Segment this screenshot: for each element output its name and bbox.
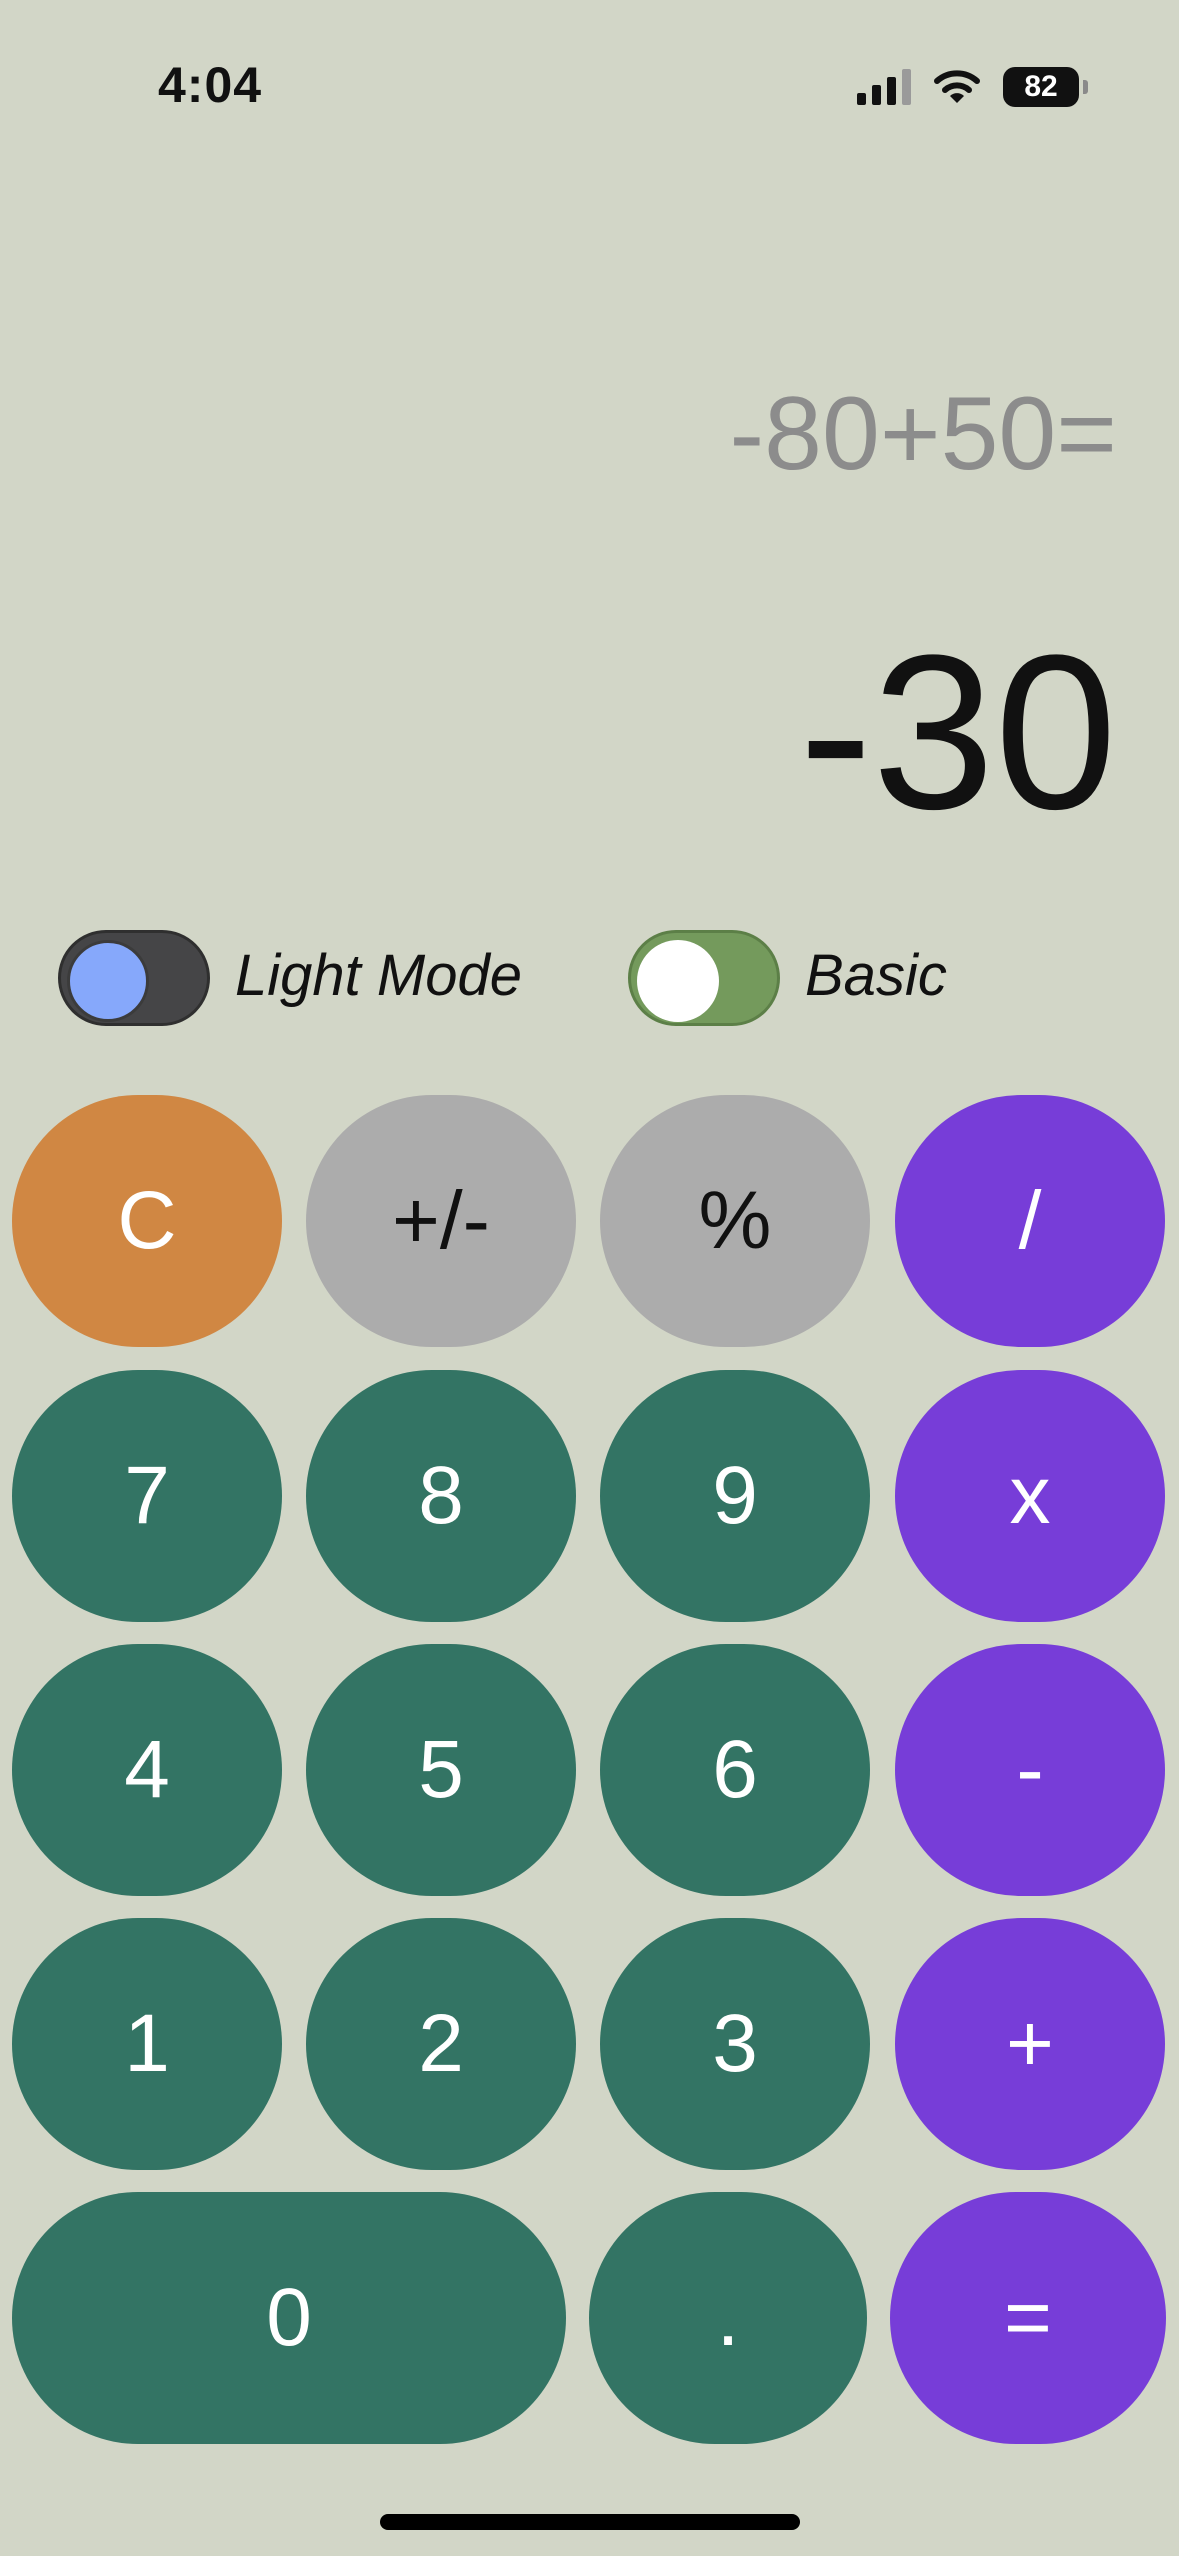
decimal-button[interactable]: . (589, 2192, 867, 2444)
battery-icon: 82 (1003, 67, 1088, 107)
digit-9-button[interactable]: 9 (600, 1370, 870, 1622)
battery-level: 82 (1024, 70, 1058, 103)
digit-0-button[interactable]: 0 (12, 2192, 566, 2444)
theme-toggle-knob (67, 940, 149, 1022)
status-time: 4:04 (158, 57, 263, 113)
percent-button[interactable]: % (600, 1095, 870, 1347)
digit-3-button[interactable]: 3 (600, 1918, 870, 2170)
equals-button[interactable]: = (890, 2192, 1166, 2444)
add-button[interactable]: + (895, 1918, 1165, 2170)
status-icons: 82 (857, 62, 1088, 112)
digit-4-button[interactable]: 4 (12, 1644, 282, 1896)
mode-toggle-label: Basic (805, 943, 947, 1008)
clear-button[interactable]: C (12, 1095, 282, 1347)
subtract-button[interactable]: - (895, 1644, 1165, 1896)
digit-8-button[interactable]: 8 (306, 1370, 576, 1622)
expression-display: -80+50= (729, 376, 1117, 492)
toggle-row: Light Mode Basic (0, 930, 1179, 1026)
home-indicator[interactable] (380, 2514, 800, 2530)
digit-1-button[interactable]: 1 (12, 1918, 282, 2170)
theme-toggle[interactable] (58, 930, 210, 1026)
result-display: -30 (799, 609, 1117, 855)
cellular-signal-icon (857, 69, 911, 105)
digit-2-button[interactable]: 2 (306, 1918, 576, 2170)
sign-toggle-button[interactable]: +/- (306, 1095, 576, 1347)
digit-5-button[interactable]: 5 (306, 1644, 576, 1896)
digit-7-button[interactable]: 7 (12, 1370, 282, 1622)
multiply-button[interactable]: x (895, 1370, 1165, 1622)
wifi-icon (934, 70, 980, 103)
mode-toggle-knob (637, 940, 719, 1022)
digit-6-button[interactable]: 6 (600, 1644, 870, 1896)
mode-toggle[interactable] (628, 930, 780, 1026)
divide-button[interactable]: / (895, 1095, 1165, 1347)
theme-toggle-label: Light Mode (235, 943, 522, 1008)
